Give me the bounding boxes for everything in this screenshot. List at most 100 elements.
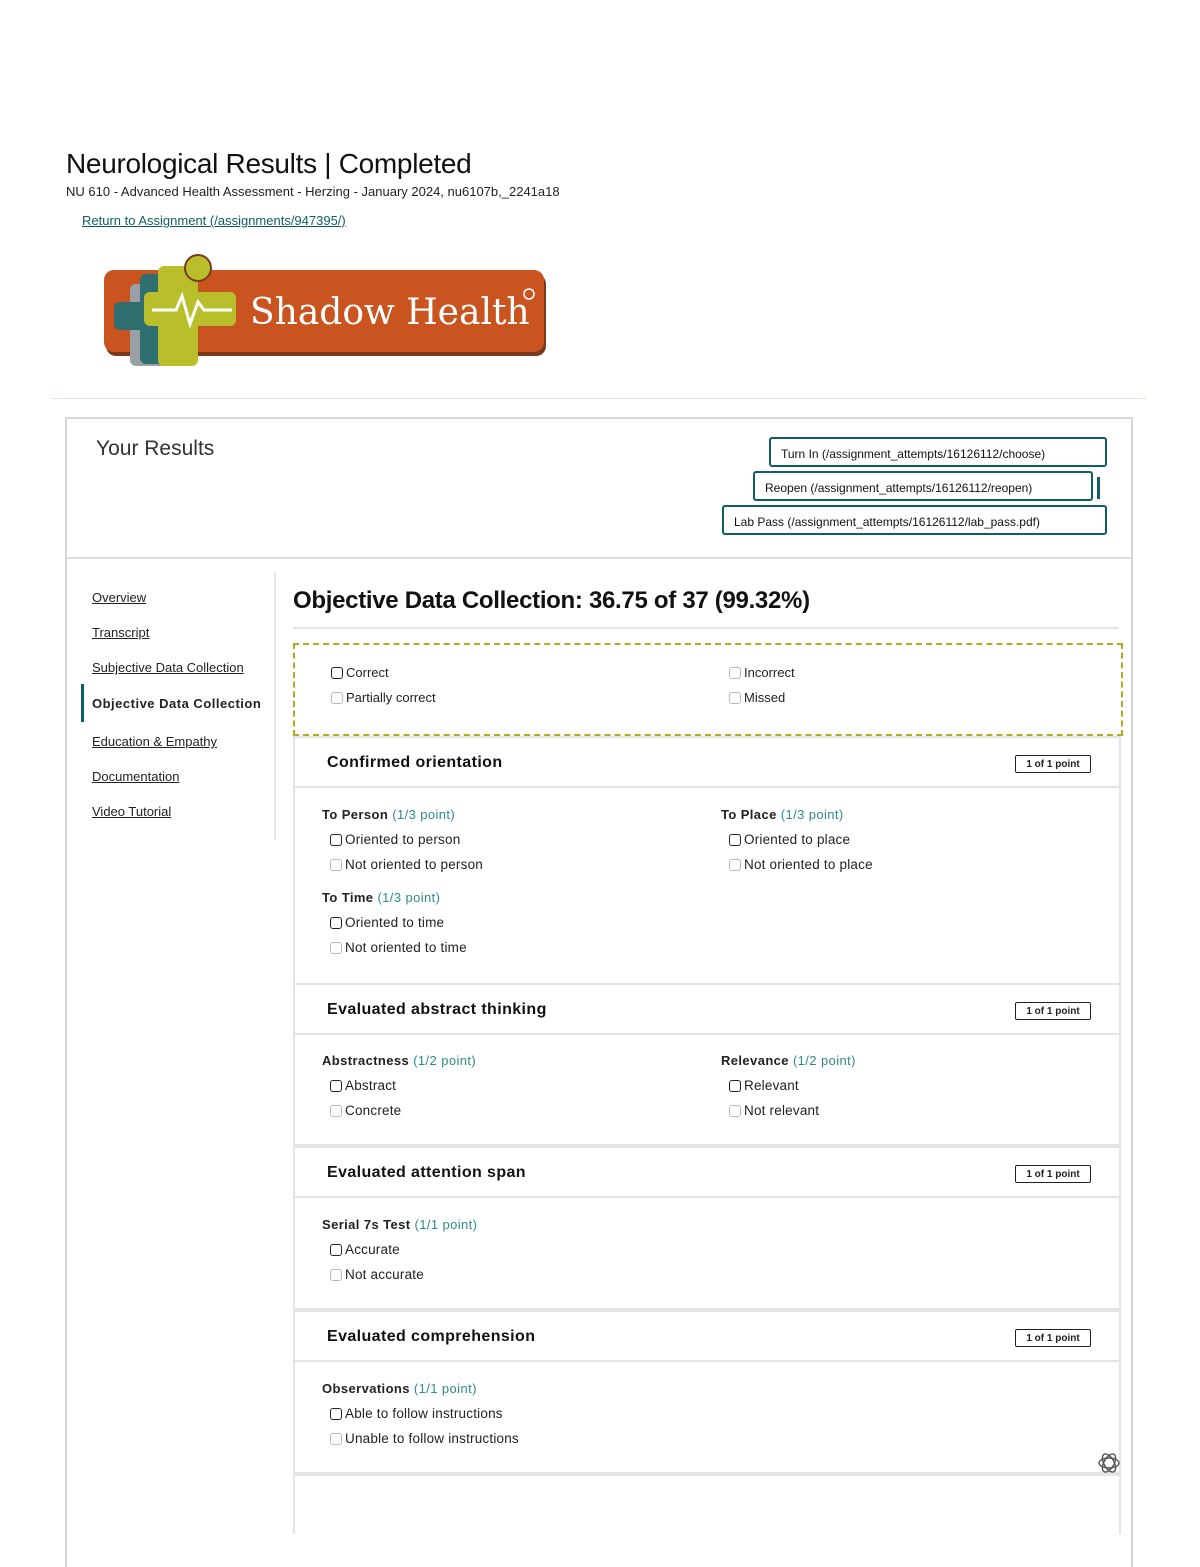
option-label: Oriented to person — [345, 832, 461, 847]
checkbox-icon — [729, 1079, 741, 1092]
answer-option: Not accurate — [330, 1267, 682, 1282]
result-group: Serial 7s Test (1/1 point) Accurate Not … — [322, 1217, 682, 1282]
section-title: Objective Data Collection: 36.75 of 37 (… — [293, 587, 810, 614]
result-card: Evaluated abstract thinking 1 of 1 point… — [293, 983, 1121, 1146]
checkbox-icon — [729, 1104, 741, 1117]
option-label: Oriented to time — [345, 915, 445, 930]
nav-subjective-data-collection[interactable]: Subjective Data Collection — [92, 660, 244, 675]
sidebar-nav: Overview Transcript Subjective Data Coll… — [81, 572, 276, 840]
answer-option: Abstract — [330, 1078, 682, 1093]
checkbox-icon — [729, 858, 741, 871]
checkbox-icon — [729, 666, 741, 679]
result-group: To Place (1/3 point) Oriented to place N… — [721, 807, 1081, 872]
group-name: Serial 7s Test — [322, 1217, 411, 1232]
lab-pass-button[interactable]: Lab Pass (/assignment_attempts/16126112/… — [722, 505, 1107, 535]
results-heading: Your Results — [96, 437, 215, 460]
group-name: Abstractness — [322, 1053, 410, 1068]
answer-option: Not oriented to person — [330, 857, 682, 872]
option-label: Unable to follow instructions — [345, 1431, 519, 1446]
group-score: (1/3 point) — [377, 890, 441, 905]
result-group: To Time (1/3 point) Oriented to time Not… — [322, 890, 682, 955]
points-badge: 1 of 1 point — [1015, 1329, 1091, 1347]
option-label: Not oriented to person — [345, 857, 483, 872]
card-title: Evaluated attention span — [327, 1164, 526, 1181]
group-label: Serial 7s Test (1/1 point) — [322, 1217, 682, 1232]
group-name: Observations — [322, 1381, 410, 1396]
group-name: Relevance — [721, 1053, 789, 1068]
option-label: Oriented to place — [744, 832, 851, 847]
return-to-assignment-link[interactable]: Return to Assignment (/assignments/94739… — [82, 213, 346, 228]
lab-pass-label: Lab Pass (/assignment_attempts/16126112/… — [734, 515, 1040, 529]
legend-incorrect-label: Incorrect — [744, 665, 795, 680]
openai-logo-icon — [1098, 1453, 1120, 1473]
answer-option: Unable to follow instructions — [330, 1431, 682, 1446]
result-group: To Person (1/3 point) Oriented to person… — [322, 807, 682, 872]
group-name: To Place — [721, 807, 777, 822]
legend-missed: Missed — [729, 690, 785, 705]
checkbox-icon — [330, 916, 342, 929]
checkbox-icon — [330, 1104, 342, 1117]
card-title: Evaluated comprehension — [327, 1328, 536, 1345]
logo-text: Shadow Health — [250, 292, 530, 333]
reopen-button[interactable]: Reopen (/assignment_attempts/16126112/re… — [753, 471, 1100, 501]
answer-option: Not oriented to time — [330, 940, 682, 955]
group-label: To Time (1/3 point) — [322, 890, 682, 905]
card-header: Evaluated attention span 1 of 1 point — [295, 1148, 1119, 1198]
card-header: Evaluated comprehension 1 of 1 point — [295, 1312, 1119, 1362]
group-label: Observations (1/1 point) — [322, 1381, 682, 1396]
nav-overview[interactable]: Overview — [92, 590, 146, 605]
card-title: Confirmed orientation — [327, 754, 503, 771]
result-card: Evaluated comprehension 1 of 1 point Obs… — [293, 1310, 1121, 1474]
answer-option: Not oriented to place — [729, 857, 1081, 872]
legend-partial-label: Partially correct — [346, 690, 436, 705]
nav-objective-data-collection[interactable]: Objective Data Collection — [81, 684, 272, 722]
legend-correct-label: Correct — [346, 665, 389, 680]
answer-option: Able to follow instructions — [330, 1406, 682, 1421]
result-card: Confirmed orientation 1 of 1 point To Pe… — [293, 736, 1121, 985]
results-header: Your Results Turn In (/assignment_attemp… — [67, 419, 1131, 559]
answer-option: Not relevant — [729, 1103, 1081, 1118]
nav-objective-label: Objective Data Collection — [92, 696, 262, 711]
reopen-label: Reopen (/assignment_attempts/16126112/re… — [765, 481, 1033, 495]
result-group: Observations (1/1 point) Able to follow … — [322, 1381, 682, 1446]
turn-in-button[interactable]: Turn In (/assignment_attempts/16126112/c… — [769, 437, 1107, 467]
group-score: (1/3 point) — [392, 807, 456, 822]
checkbox-icon — [330, 941, 342, 954]
group-label: Abstractness (1/2 point) — [322, 1053, 682, 1068]
group-score: (1/1 point) — [413, 1381, 477, 1396]
option-label: Accurate — [345, 1242, 400, 1257]
legend-incorrect: Incorrect — [729, 665, 795, 680]
checkbox-icon — [330, 833, 342, 846]
title-divider — [293, 627, 1119, 629]
result-card: Evaluated attention span 1 of 1 point Se… — [293, 1146, 1121, 1310]
answer-option: Oriented to time — [330, 915, 682, 930]
group-score: (1/2 point) — [413, 1053, 477, 1068]
points-badge: 1 of 1 point — [1015, 755, 1091, 773]
answer-option: Relevant — [729, 1078, 1081, 1093]
option-label: Not accurate — [345, 1267, 424, 1282]
option-label: Relevant — [744, 1078, 799, 1093]
option-label: Not relevant — [744, 1103, 820, 1118]
nav-video-tutorial[interactable]: Video Tutorial — [92, 804, 171, 819]
answer-option: Accurate — [330, 1242, 682, 1257]
checkbox-icon — [330, 1432, 342, 1445]
checkbox-icon — [729, 691, 741, 704]
nav-documentation[interactable]: Documentation — [92, 769, 179, 784]
option-label: Abstract — [345, 1078, 397, 1093]
checkbox-icon — [330, 1079, 342, 1092]
card-header: Evaluated abstract thinking 1 of 1 point — [295, 985, 1119, 1035]
legend-box: Correct Incorrect Partially correct Miss… — [293, 643, 1123, 736]
group-score: (1/3 point) — [780, 807, 844, 822]
option-label: Not oriented to time — [345, 940, 467, 955]
result-group: Abstractness (1/2 point) Abstract Concre… — [322, 1053, 682, 1118]
card-header: Confirmed orientation 1 of 1 point — [295, 738, 1119, 788]
points-badge: 1 of 1 point — [1015, 1165, 1091, 1183]
card-title: Evaluated abstract thinking — [327, 1001, 547, 1018]
option-label: Concrete — [345, 1103, 402, 1118]
nav-education-empathy[interactable]: Education & Empathy — [92, 734, 217, 749]
group-score: (1/1 point) — [414, 1217, 478, 1232]
nav-transcript[interactable]: Transcript — [92, 625, 149, 640]
checkbox-icon — [330, 1243, 342, 1256]
checkbox-icon — [330, 858, 342, 871]
result-group: Relevance (1/2 point) Relevant Not relev… — [721, 1053, 1081, 1118]
